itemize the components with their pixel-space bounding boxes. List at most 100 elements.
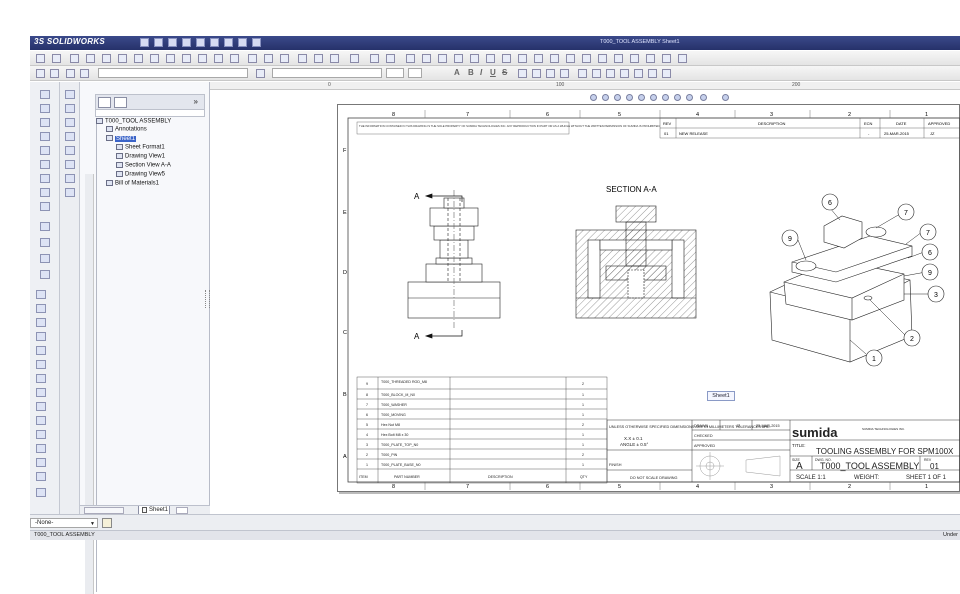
- zone-label: 3: [770, 112, 773, 118]
- rev-header: DATE: [896, 121, 907, 126]
- zone-label: E: [343, 210, 347, 216]
- drawing-svg: 8 7 6 5 4 3 2 1 8 7 6 5 4 3 2 1 F E D C …: [343, 110, 960, 490]
- tolerance-note: UNLESS OTHERWISE SPECIFIED DIMENSIONS AR…: [609, 425, 771, 429]
- balloon-number: 9: [788, 236, 792, 243]
- section-view-title: SECTION A-A: [606, 185, 657, 194]
- zone-label: 5: [618, 484, 621, 490]
- rev-header: APPROVED: [928, 121, 950, 126]
- zone-label: 7: [466, 112, 469, 118]
- sheet-tooltip: Sheet1: [707, 391, 735, 401]
- layer-dropdown[interactable]: -None- ▼: [30, 518, 98, 528]
- zone-label: 2: [848, 112, 851, 118]
- balloon-number: 6: [828, 200, 832, 207]
- zone-label: A: [343, 454, 347, 460]
- zone-label: 4: [696, 484, 699, 490]
- zone-label: 8: [392, 484, 395, 490]
- drawn-date: 25-MAR-2015: [756, 424, 780, 428]
- tab-navigation[interactable]: [84, 507, 124, 514]
- bom-item: 4: [366, 433, 368, 437]
- bom-item: 6: [366, 413, 368, 417]
- scale-value: SCALE 1:1: [796, 475, 826, 481]
- zone-label: F: [343, 148, 347, 154]
- rev-cell: 01: [664, 131, 669, 136]
- balloon-number: 3: [934, 292, 938, 299]
- drawing-title: TOOLING ASSEMBLY FOR SPM100X: [816, 447, 954, 456]
- sheet-tab-label: Sheet1: [149, 507, 169, 513]
- rev-cell: JZ: [930, 131, 935, 136]
- bom-part: T000_PLATE_TOP_N0: [381, 443, 418, 447]
- rev-header: REV: [663, 121, 672, 126]
- section-label-bottom: A: [414, 332, 420, 341]
- sheet-tab-icon: [142, 507, 147, 513]
- bom-qty: 2: [582, 382, 584, 386]
- zone-label: 1: [925, 112, 928, 118]
- section-label-top: A: [414, 192, 420, 201]
- proprietary-notice: THE INFORMATION CONTAINED IN THIS DRAWIN…: [359, 124, 661, 128]
- zone-label: 2: [848, 484, 851, 490]
- zone-label: 6: [546, 112, 549, 118]
- rev-cell: NEW RELEASE: [679, 131, 708, 136]
- zone-label: 8: [392, 112, 395, 118]
- drawn-label: DRAWN: [694, 424, 708, 428]
- drawn-by: JZ: [736, 424, 741, 428]
- bom-item: 9: [366, 382, 368, 386]
- status-mode: Under: [943, 532, 958, 538]
- balloon-number: 1: [872, 356, 876, 363]
- bom-qty: 2: [582, 423, 584, 427]
- bom-qty: 1: [582, 403, 584, 407]
- status-bar: T000_TOOL ASSEMBLY Under: [30, 530, 960, 540]
- bom-header: QTY: [580, 475, 588, 479]
- revision-value: 01: [930, 462, 939, 471]
- zone-label: 3: [770, 484, 773, 490]
- checked-label: CHECKED: [694, 434, 713, 438]
- zone-label: 7: [466, 484, 469, 490]
- balloon-number: 9: [928, 270, 932, 277]
- bom-part: T000_PIN: [381, 453, 398, 457]
- bom-item: 7: [366, 403, 368, 407]
- zone-label: D: [343, 270, 347, 276]
- zone-label: 6: [546, 484, 549, 490]
- add-sheet-icon[interactable]: [176, 507, 188, 514]
- rev-header: ECN: [864, 121, 873, 126]
- rev-cell: 25-MAR-2015: [884, 131, 910, 136]
- rev-cell: -: [868, 131, 870, 136]
- title-block[interactable]: UNLESS OTHERWISE SPECIFIED DIMENSIONS AR…: [609, 424, 954, 481]
- bom-qty: 1: [582, 443, 584, 447]
- bom-item: 1: [366, 463, 368, 467]
- bom-item: 3: [366, 443, 368, 447]
- section-bolt-head: [615, 205, 657, 223]
- zone-label: C: [343, 330, 347, 336]
- bom-qty: 1: [582, 413, 584, 417]
- drawing-number: T000_TOOL ASSEMBLY: [820, 461, 919, 471]
- side-zone-labels: F E D C B A: [343, 148, 347, 460]
- status-document: T000_TOOL ASSEMBLY: [34, 532, 95, 538]
- sheet-tabs-bar: Sheet1: [80, 505, 210, 515]
- bom-part: T000_MOVING: [381, 413, 406, 417]
- sheet-size: A: [796, 461, 803, 472]
- bom-item: 8: [366, 393, 368, 397]
- section-view[interactable]: [575, 205, 697, 319]
- balloon-number: 7: [926, 230, 930, 237]
- bom-header: PART NUMBER: [394, 475, 420, 479]
- zone-label: 5: [618, 112, 621, 118]
- company-address: SUMIDA TECHNOLOGIES INC.: [862, 427, 905, 431]
- title-label: TITLE:: [792, 443, 806, 448]
- tolerance-angle: ANGLE ± 0.5°: [620, 442, 648, 447]
- bom-header: ITEM: [359, 475, 368, 479]
- bom-table[interactable]: 9 T000_THREADED ROD_M8 2 8 T000_BLOCK_M_…: [359, 380, 588, 479]
- layer-dropdown-value: -None-: [35, 520, 54, 526]
- balloon-number: 6: [928, 250, 932, 257]
- finish-label: FINISH: [609, 463, 622, 467]
- front-view[interactable]: [407, 190, 501, 330]
- layer-properties-button[interactable]: [102, 518, 112, 528]
- bottom-controls: -None- ▼: [30, 514, 960, 530]
- bom-part: T000_BLOCK_M_N0: [381, 393, 415, 397]
- tolerance-linear: X.X ± 0.1: [624, 436, 643, 441]
- bom-header: DESCRIPTION: [488, 475, 513, 479]
- sheet-count: SHEET 1 OF 1: [906, 475, 947, 481]
- bom-part: T000_PLATE_BASE_N0: [381, 463, 421, 467]
- bom-part: T000_WASHER: [381, 403, 407, 407]
- company-logo: sumida: [792, 425, 838, 440]
- bom-qty: 2: [582, 453, 584, 457]
- no-scale-note: DO NOT SCALE DRAWING: [630, 476, 678, 480]
